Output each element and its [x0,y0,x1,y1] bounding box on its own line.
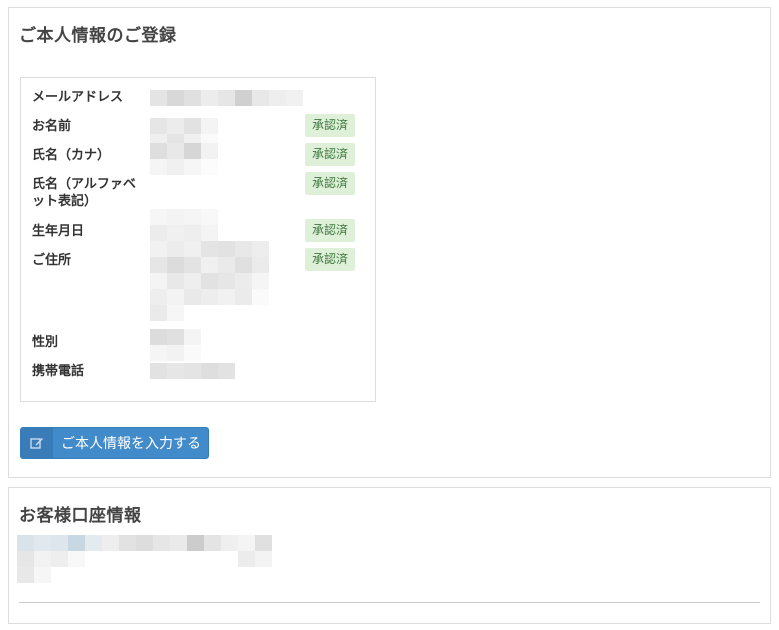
name-kana-label: 氏名（カナ） [32,148,111,163]
name-kana-value-redacted [150,143,220,175]
gender-label: 性別 [32,335,59,350]
address-label: ご住所 [32,253,72,268]
personal-info-title: ご本人情報のご登録 [19,26,177,46]
enter-personal-info-button[interactable]: ご本人情報を入力する [20,427,209,459]
mobile-phone-value-redacted [150,363,240,379]
account-value-redacted [17,535,273,583]
account-section-divider [19,602,760,603]
account-info-panel: お客様口座情報 [8,487,771,624]
gender-value-redacted [150,329,210,361]
account-info-title: お客様口座情報 [19,506,142,526]
enter-personal-info-button-label: ご本人情報を入力する [61,436,201,452]
name-alphabet-approved-badge: 承認済 [305,172,355,195]
birthdate-value-redacted [150,209,220,241]
birthdate-approved-badge: 承認済 [305,219,355,242]
name-kana-approved-badge: 承認済 [305,143,355,166]
name-approved-badge: 承認済 [305,114,355,137]
personal-info-table: メールアドレス お名前 承認済 氏名（カナ） 承認済 氏名（アルファベット表記）… [20,77,376,402]
address-value-redacted [150,241,276,321]
personal-info-panel: ご本人情報のご登録 メールアドレス お名前 承認済 氏名（カナ） 承認済 氏名（… [8,7,771,478]
pencil-square-icon [21,428,53,458]
name-label: お名前 [32,119,72,134]
email-value-redacted [150,90,310,106]
birthdate-label: 生年月日 [32,224,85,239]
name-alphabet-label: 氏名（アルファベット表記） [32,177,136,209]
address-approved-badge: 承認済 [305,248,355,271]
email-label: メールアドレス [32,90,124,105]
mobile-phone-label: 携帯電話 [32,364,85,379]
